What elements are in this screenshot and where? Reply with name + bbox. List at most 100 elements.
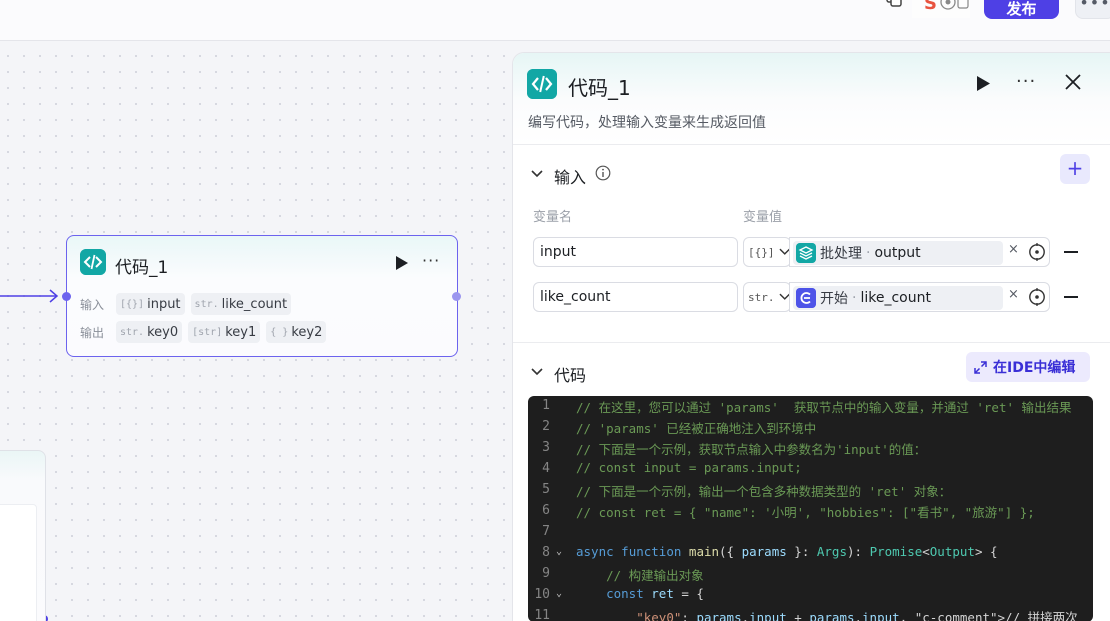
target-icon[interactable] bbox=[1028, 288, 1046, 306]
variable-type-select[interactable]: str. bbox=[743, 282, 791, 312]
node-config-panel: 代码_1 ··· 编写代码，处理输入变量来生成返回值 输入 + 变量名 变量值 … bbox=[512, 52, 1110, 621]
code-text: async function main({ params }: Args): P… bbox=[576, 544, 998, 559]
node-inputs-row: 输入 [{}] input str. like_count bbox=[80, 293, 292, 315]
line-number: 3 bbox=[542, 440, 550, 455]
ref-node-name: 批处理 bbox=[820, 246, 862, 262]
output-tag-name: key2 bbox=[291, 324, 323, 340]
array-object-type-icon: [{}] bbox=[748, 245, 775, 259]
start-icon bbox=[796, 288, 816, 308]
minus-icon[interactable] bbox=[1064, 251, 1078, 253]
partial-node[interactable] bbox=[0, 450, 46, 621]
play-icon[interactable] bbox=[395, 255, 409, 271]
more-icon[interactable]: ··· bbox=[1016, 71, 1036, 92]
column-header-value: 变量值 bbox=[743, 210, 783, 225]
info-icon[interactable] bbox=[595, 165, 611, 181]
code-line: 7 bbox=[528, 522, 1093, 543]
code-line: 9 // 构建输出对象 bbox=[528, 564, 1093, 585]
array-object-type-icon: [{}] bbox=[120, 298, 145, 310]
line-number: 9 bbox=[542, 566, 550, 581]
node-outputs-row: 输出 str. key0 [str] key1 { } key2 bbox=[80, 321, 327, 343]
reference-chip[interactable]: 开始 · like_count bbox=[793, 286, 1003, 310]
target-icon[interactable] bbox=[1028, 243, 1046, 261]
output-tag: str. key0 bbox=[116, 321, 183, 343]
code-icon bbox=[527, 69, 557, 99]
code-editor[interactable]: 1 // 在这里，您可以通过 'params' 获取节点中的输入变量，并通过 '… bbox=[528, 396, 1093, 621]
line-number: 6 bbox=[542, 503, 550, 518]
more-icon[interactable]: ··· bbox=[422, 251, 440, 270]
panel-description[interactable]: 编写代码，处理输入变量来生成返回值 bbox=[528, 112, 766, 132]
fold-chevron-icon[interactable]: ⌄ bbox=[556, 588, 562, 599]
copy-icon[interactable] bbox=[884, 0, 904, 8]
variable-name-input[interactable]: like_count bbox=[533, 282, 738, 312]
code-section-header[interactable]: 代码 在IDE中编辑 bbox=[513, 352, 1110, 389]
chevron-down-icon[interactable] bbox=[531, 368, 543, 376]
line-number: 7 bbox=[542, 524, 550, 539]
string-type-icon: str. bbox=[120, 326, 145, 338]
add-input-button[interactable]: + bbox=[1060, 154, 1090, 184]
outputs-label: 输出 bbox=[80, 325, 105, 340]
minus-icon[interactable] bbox=[1064, 296, 1078, 298]
output-tag-name: key1 bbox=[225, 324, 257, 340]
variable-value-ref[interactable]: 批处理 · output × bbox=[789, 237, 1050, 267]
line-number: 1 bbox=[542, 398, 550, 413]
input-tag: str. like_count bbox=[190, 293, 292, 315]
line-number: 8 bbox=[542, 545, 550, 560]
variable-type-select[interactable]: [{}] bbox=[743, 237, 791, 267]
mascot-avatar[interactable]: S bbox=[912, 0, 970, 18]
panel-title[interactable]: 代码_1 bbox=[568, 72, 631, 101]
close-icon[interactable] bbox=[1064, 73, 1082, 91]
code-node[interactable]: 代码_1 ··· 输入 [{}] input str. like_count 输… bbox=[62, 235, 461, 357]
output-tag-name: key0 bbox=[147, 324, 179, 340]
code-line: 6 // const ret = { "name": '小明', "hobbie… bbox=[528, 501, 1093, 522]
ref-separator: · bbox=[852, 290, 857, 306]
code-text: // 在这里，您可以通过 'params' 获取节点中的输入变量，并通过 're… bbox=[576, 400, 1072, 415]
variable-name-input[interactable]: input bbox=[533, 237, 738, 267]
input-tag: [{}] input bbox=[116, 293, 185, 315]
array-string-type-icon: [str] bbox=[192, 326, 223, 338]
input-section-header[interactable]: 输入 + bbox=[513, 154, 1110, 191]
line-number: 11 bbox=[534, 608, 550, 621]
output-tag: [str] key1 bbox=[188, 321, 261, 343]
svg-text:S: S bbox=[924, 0, 937, 14]
more-button[interactable]: ••• bbox=[1075, 0, 1110, 19]
code-text: "key0": params.input + params.input, "c-… bbox=[636, 610, 1078, 621]
batch-icon bbox=[796, 243, 816, 263]
input-tag-name: like_count bbox=[221, 296, 288, 312]
column-header-name: 变量名 bbox=[533, 210, 573, 225]
output-tag: { } key2 bbox=[266, 321, 327, 343]
publish-button[interactable]: 发布 bbox=[984, 0, 1059, 19]
input-section-title: 输入 bbox=[554, 168, 587, 187]
ref-separator: · bbox=[866, 245, 871, 261]
edit-in-ide-button[interactable]: 在IDE中编辑 bbox=[966, 352, 1090, 382]
chevron-down-icon[interactable] bbox=[531, 170, 543, 178]
code-text: // 下面是一个示例，输出一个包含多种数据类型的 'ret' 对象： bbox=[576, 484, 952, 499]
output-handle[interactable] bbox=[452, 292, 461, 301]
variable-value-ref[interactable]: 开始 · like_count × bbox=[789, 282, 1050, 312]
partial-node-body bbox=[0, 504, 37, 621]
line-number: 5 bbox=[542, 482, 550, 497]
code-line: 5 // 下面是一个示例，输出一个包含多种数据类型的 'ret' 对象： bbox=[528, 480, 1093, 501]
line-number: 2 bbox=[542, 419, 550, 434]
code-line: 11 "key0": params.input + params.input, … bbox=[528, 606, 1093, 621]
inputs-label: 输入 bbox=[80, 297, 105, 312]
clear-reference-icon[interactable]: × bbox=[1008, 242, 1019, 257]
code-line: 3 // 下面是一个示例，获取节点输入中参数名为'input'的值： bbox=[528, 438, 1093, 459]
code-line: 10 ⌄ const ret = { bbox=[528, 585, 1093, 606]
code-text: // const ret = { "name": '小明', "hobbies"… bbox=[576, 505, 1035, 520]
edit-in-ide-label: 在IDE中编辑 bbox=[993, 360, 1076, 376]
code-icon bbox=[80, 249, 106, 275]
fold-chevron-icon[interactable]: ⌄ bbox=[556, 546, 562, 557]
code-text: // const input = params.input; bbox=[576, 460, 802, 475]
line-number: 4 bbox=[542, 461, 550, 476]
reference-chip[interactable]: 批处理 · output bbox=[793, 241, 1003, 265]
panel-header: 代码_1 ··· 编写代码，处理输入变量来生成返回值 bbox=[513, 53, 1110, 145]
input-handle[interactable] bbox=[62, 292, 71, 301]
ref-variable-name: like_count bbox=[860, 290, 931, 306]
string-type-icon: str. bbox=[194, 298, 219, 310]
code-line: 4 // const input = params.input; bbox=[528, 459, 1093, 480]
code-section-title: 代码 bbox=[554, 366, 587, 385]
line-number: 10 bbox=[534, 587, 550, 602]
clear-reference-icon[interactable]: × bbox=[1008, 287, 1019, 302]
node-title: 代码_1 bbox=[115, 258, 169, 278]
play-icon[interactable] bbox=[976, 75, 991, 92]
